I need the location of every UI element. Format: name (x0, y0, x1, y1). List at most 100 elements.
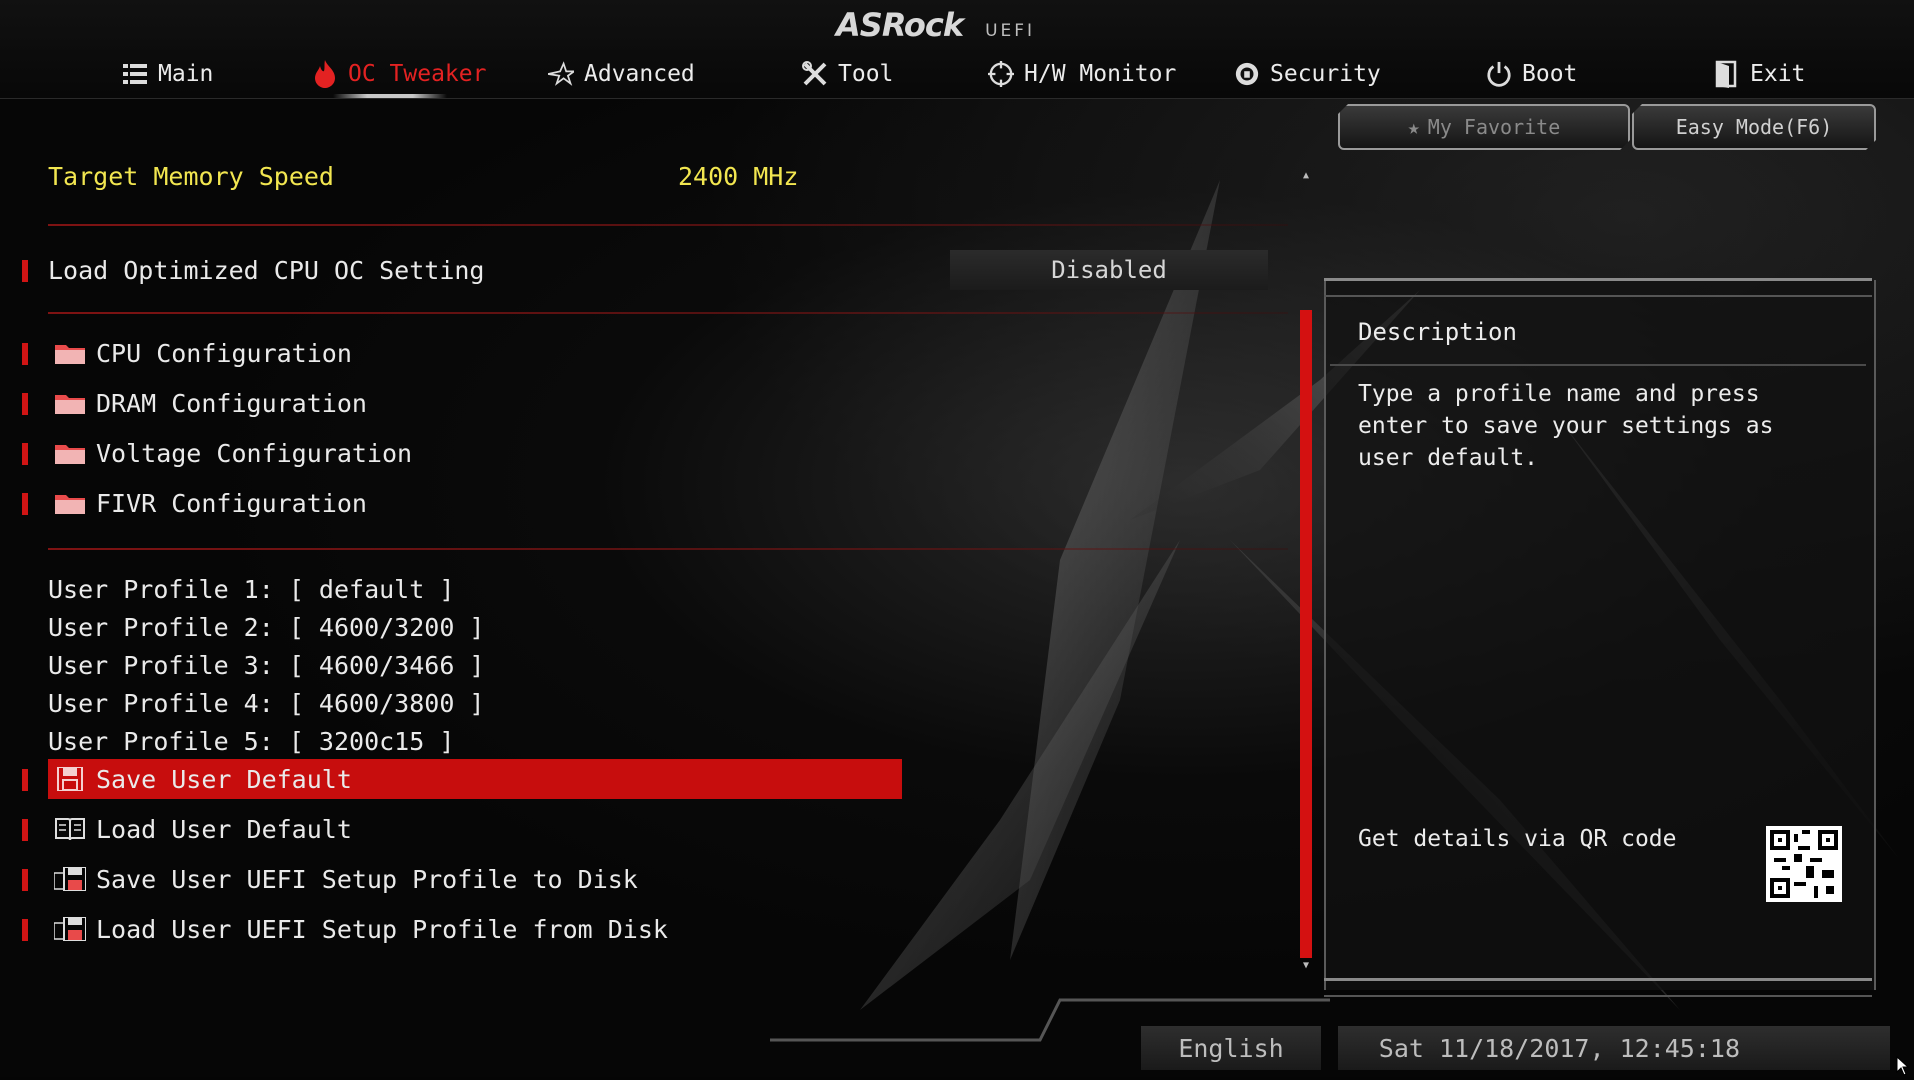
top-navigation-bar: ASRock UEFI Main OC Tweaker Advanced Too… (0, 0, 1914, 99)
submenu-dram-configuration[interactable]: DRAM Configuration (54, 384, 367, 422)
tab-main-label: Main (158, 61, 214, 87)
row-marker (22, 493, 28, 515)
crosshair-icon (988, 61, 1014, 87)
action-label: Save User UEFI Setup Profile to Disk (96, 864, 638, 894)
action-label: Save User Default (96, 764, 352, 794)
tab-security[interactable]: Security (1234, 56, 1381, 92)
tab-oc-tweaker-label: OC Tweaker (348, 61, 487, 87)
row-marker (22, 393, 28, 415)
datetime-text: Sat 11/18/2017, 12:45:18 (1378, 1033, 1740, 1063)
list-icon (122, 61, 148, 87)
action-label: Load User UEFI Setup Profile from Disk (96, 914, 668, 944)
row-marker (22, 343, 28, 365)
main-tabs: Main OC Tweaker Advanced Tool H/W Monito… (0, 56, 1914, 96)
tab-boot-label: Boot (1522, 61, 1578, 87)
mouse-cursor-icon (1896, 1055, 1912, 1080)
target-memory-speed-label: Target Memory Speed (48, 161, 334, 191)
profile-text: User Profile 1: [ default ] (48, 574, 455, 604)
row-marker (22, 443, 28, 465)
target-memory-speed-text: 2400 MHz (678, 161, 799, 191)
my-favorite-button[interactable]: ★ My Favorite (1338, 104, 1630, 150)
exit-door-icon (1714, 60, 1740, 88)
tab-security-label: Security (1270, 61, 1381, 87)
tab-tool[interactable]: Tool (802, 56, 893, 92)
book-icon (55, 818, 85, 841)
disk-load-icon (54, 917, 86, 941)
tab-exit[interactable]: Exit (1714, 56, 1805, 92)
action-label: Load User Default (96, 814, 352, 844)
user-profile-1: User Profile 1: [ default ] (48, 570, 454, 608)
qr-code-pattern (1770, 830, 1838, 898)
row-marker (22, 919, 28, 941)
section-divider (48, 224, 1288, 226)
user-profile-5: User Profile 5: [ 3200c15 ] (48, 722, 454, 760)
star-icon (548, 61, 574, 87)
asrock-logo: ASRock UEFI (836, 6, 1035, 50)
load-optimized-cpu-oc-row[interactable]: Load Optimized CPU OC Setting (48, 251, 485, 289)
description-divider (1330, 364, 1866, 366)
easy-mode-button[interactable]: Easy Mode(F6) (1632, 104, 1876, 150)
save-profile-to-disk-item[interactable]: Save User UEFI Setup Profile to Disk (54, 860, 638, 898)
tools-icon (802, 61, 828, 87)
my-favorite-label: My Favorite (1427, 115, 1561, 139)
shield-icon (1234, 61, 1260, 87)
floppy-icon (57, 767, 83, 791)
active-tab-indicator (333, 94, 447, 98)
description-panel-bottom-rail (1324, 978, 1872, 997)
profile-text: User Profile 5: [ 3200c15 ] (48, 726, 455, 756)
logo-subtext: UEFI (985, 21, 1036, 41)
logo-text: ASRock (836, 6, 964, 44)
target-memory-speed-row: Target Memory Speed (48, 157, 334, 195)
row-marker (22, 769, 28, 791)
folder-icon (55, 445, 85, 464)
row-marker (22, 260, 28, 282)
submenu-cpu-configuration[interactable]: CPU Configuration (54, 334, 352, 372)
description-panel-top-rail (1324, 278, 1872, 297)
folder-icon (55, 345, 85, 364)
submenu-fivr-configuration[interactable]: FIVR Configuration (54, 484, 367, 522)
qr-code (1766, 826, 1842, 902)
system-clock: Sat 11/18/2017, 12:45:18 (1338, 1026, 1890, 1070)
folder-icon (55, 495, 85, 514)
load-optimized-cpu-oc-label: Load Optimized CPU OC Setting (48, 255, 485, 285)
submenu-voltage-configuration[interactable]: Voltage Configuration (54, 434, 412, 472)
language-selector[interactable]: English (1141, 1026, 1321, 1070)
submenu-label: FIVR Configuration (96, 488, 367, 518)
tab-advanced[interactable]: Advanced (548, 56, 695, 92)
disk-save-icon (54, 867, 86, 891)
profile-text: User Profile 4: [ 4600/3800 ] (48, 688, 485, 718)
scroll-up-arrow[interactable]: ▲ (1299, 170, 1313, 182)
tab-hw-monitor-label: H/W Monitor (1024, 61, 1177, 87)
user-profile-3: User Profile 3: [ 4600/3466 ] (48, 646, 485, 684)
scrollbar-thumb[interactable] (1300, 310, 1312, 958)
profile-text: User Profile 2: [ 4600/3200 ] (48, 612, 485, 642)
flame-icon (312, 60, 338, 88)
user-profile-2: User Profile 2: [ 4600/3200 ] (48, 608, 485, 646)
load-profile-from-disk-item[interactable]: Load User UEFI Setup Profile from Disk (54, 910, 668, 948)
profile-text: User Profile 3: [ 4600/3466 ] (48, 650, 485, 680)
tab-main[interactable]: Main (122, 56, 213, 92)
tab-tool-label: Tool (838, 61, 894, 87)
tab-hw-monitor[interactable]: H/W Monitor (988, 56, 1176, 92)
target-memory-speed-value: 2400 MHz (678, 157, 798, 195)
load-optimized-cpu-oc-select[interactable]: Disabled (950, 250, 1268, 290)
save-user-default-item[interactable]: Save User Default (54, 760, 352, 798)
easy-mode-label: Easy Mode(F6) (1675, 115, 1833, 139)
load-user-default-item[interactable]: Load User Default (54, 810, 352, 848)
row-marker (22, 819, 28, 841)
star-icon: ★ (1407, 115, 1420, 139)
folder-icon (55, 395, 85, 414)
user-profile-4: User Profile 4: [ 4600/3800 ] (48, 684, 485, 722)
tab-advanced-label: Advanced (584, 61, 695, 87)
load-optimized-cpu-oc-value: Disabled (1051, 256, 1167, 284)
section-divider (48, 548, 1288, 550)
row-marker (22, 869, 28, 891)
tab-oc-tweaker[interactable]: OC Tweaker (312, 56, 486, 92)
language-label: English (1178, 1033, 1284, 1063)
section-divider (48, 312, 1288, 314)
tab-boot[interactable]: Boot (1486, 56, 1577, 92)
scroll-down-arrow[interactable]: ▼ (1299, 960, 1313, 972)
power-icon (1486, 61, 1512, 87)
submenu-label: DRAM Configuration (96, 388, 367, 418)
description-title: Description (1358, 318, 1517, 346)
